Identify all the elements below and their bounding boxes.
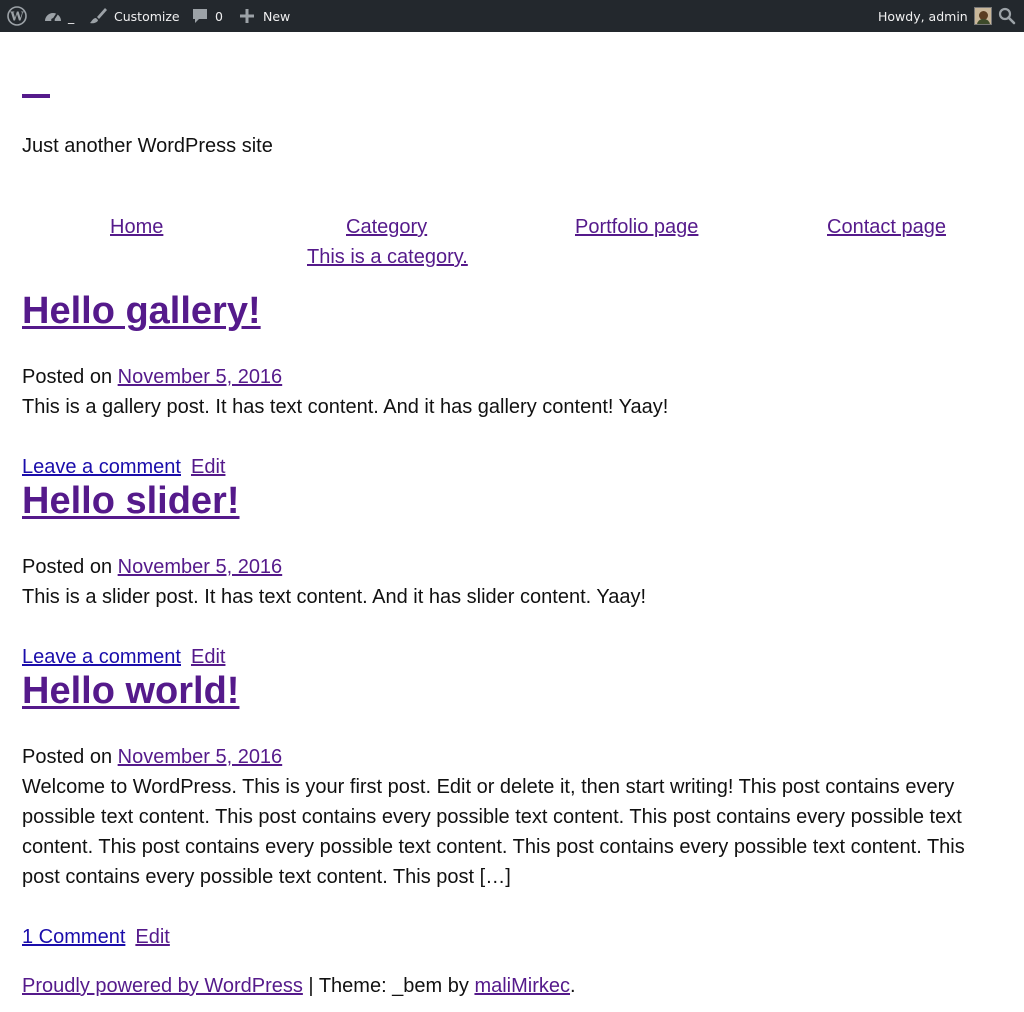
plus-icon [239, 8, 255, 24]
comments-count: 0 [215, 8, 223, 24]
new-content-button[interactable]: New [239, 0, 290, 32]
post-footer: Leave a comment Edit [22, 646, 225, 669]
powered-by-link[interactable]: Proudly powered by WordPress [22, 975, 303, 997]
post-title-link[interactable]: Hello slider! [22, 480, 240, 522]
site-title-link[interactable] [22, 94, 50, 98]
customize-button[interactable]: Customize [88, 0, 180, 32]
svg-text:W: W [9, 10, 24, 24]
posted-on-label: Posted on [22, 366, 113, 388]
edit-link[interactable]: Edit [191, 646, 225, 668]
post-meta: Posted on November 5, 2016 [22, 366, 282, 389]
post-date-link[interactable]: November 5, 2016 [118, 366, 283, 388]
site-tagline: Just another WordPress site [22, 135, 273, 157]
post-excerpt: This is a slider post. It has text conte… [22, 586, 647, 608]
posted-on-label: Posted on [22, 746, 113, 768]
search-icon[interactable] [998, 0, 1016, 32]
new-label: New [263, 8, 291, 24]
post-meta: Posted on November 5, 2016 [22, 746, 282, 769]
post-footer: Leave a comment Edit [22, 456, 225, 479]
comments-button[interactable]: 0 [191, 0, 223, 32]
post-excerpt: Welcome to WordPress. This is your first… [22, 776, 965, 888]
edit-link[interactable]: Edit [135, 926, 169, 948]
dashboard-gauge-icon [43, 6, 63, 26]
post-title: Hello slider! [22, 480, 240, 523]
nav-item-home[interactable]: Home [110, 216, 163, 239]
post-title-link[interactable]: Hello gallery! [22, 290, 261, 332]
site-name: _ [68, 8, 75, 24]
leave-comment-link[interactable]: Leave a comment [22, 456, 181, 478]
nav-item-category[interactable]: Category [346, 216, 427, 239]
post-title: Hello world! [22, 670, 239, 713]
footer-period: . [570, 975, 576, 997]
comments-link[interactable]: 1 Comment [22, 926, 125, 948]
paintbrush-icon [88, 6, 108, 26]
site-footer: Proudly powered by WordPress | Theme: _b… [22, 975, 576, 998]
post-title-link[interactable]: Hello world! [22, 670, 239, 712]
post-footer: 1 Comment Edit [22, 926, 170, 949]
posted-on-label: Posted on [22, 556, 113, 578]
site-menu[interactable]: _ [43, 0, 74, 32]
wordpress-logo-icon[interactable]: W [7, 0, 27, 32]
leave-comment-link[interactable]: Leave a comment [22, 646, 181, 668]
post-excerpt: This is a gallery post. It has text cont… [22, 396, 669, 418]
edit-link[interactable]: Edit [191, 456, 225, 478]
nav-item-contact-page[interactable]: Contact page [827, 216, 946, 239]
post-title: Hello gallery! [22, 290, 261, 333]
customize-label: Customize [114, 8, 180, 24]
post-date-link[interactable]: November 5, 2016 [118, 746, 283, 768]
theme-credit-text: | Theme: _bem by [302, 975, 475, 997]
nav-item-portfolio-page[interactable]: Portfolio page [575, 216, 698, 239]
post-meta: Posted on November 5, 2016 [22, 556, 282, 579]
theme-author-link[interactable]: maliMirkec [474, 975, 570, 997]
comment-bubble-icon [191, 7, 209, 25]
nav-subitem-category[interactable]: This is a category. [307, 246, 468, 269]
admin-bar: W _ Customize 0 New Howdy, admin [0, 0, 1024, 32]
howdy-label: Howdy, admin [878, 8, 968, 24]
account-menu[interactable]: Howdy, admin [878, 0, 992, 32]
avatar [973, 7, 992, 25]
post-date-link[interactable]: November 5, 2016 [118, 556, 283, 578]
